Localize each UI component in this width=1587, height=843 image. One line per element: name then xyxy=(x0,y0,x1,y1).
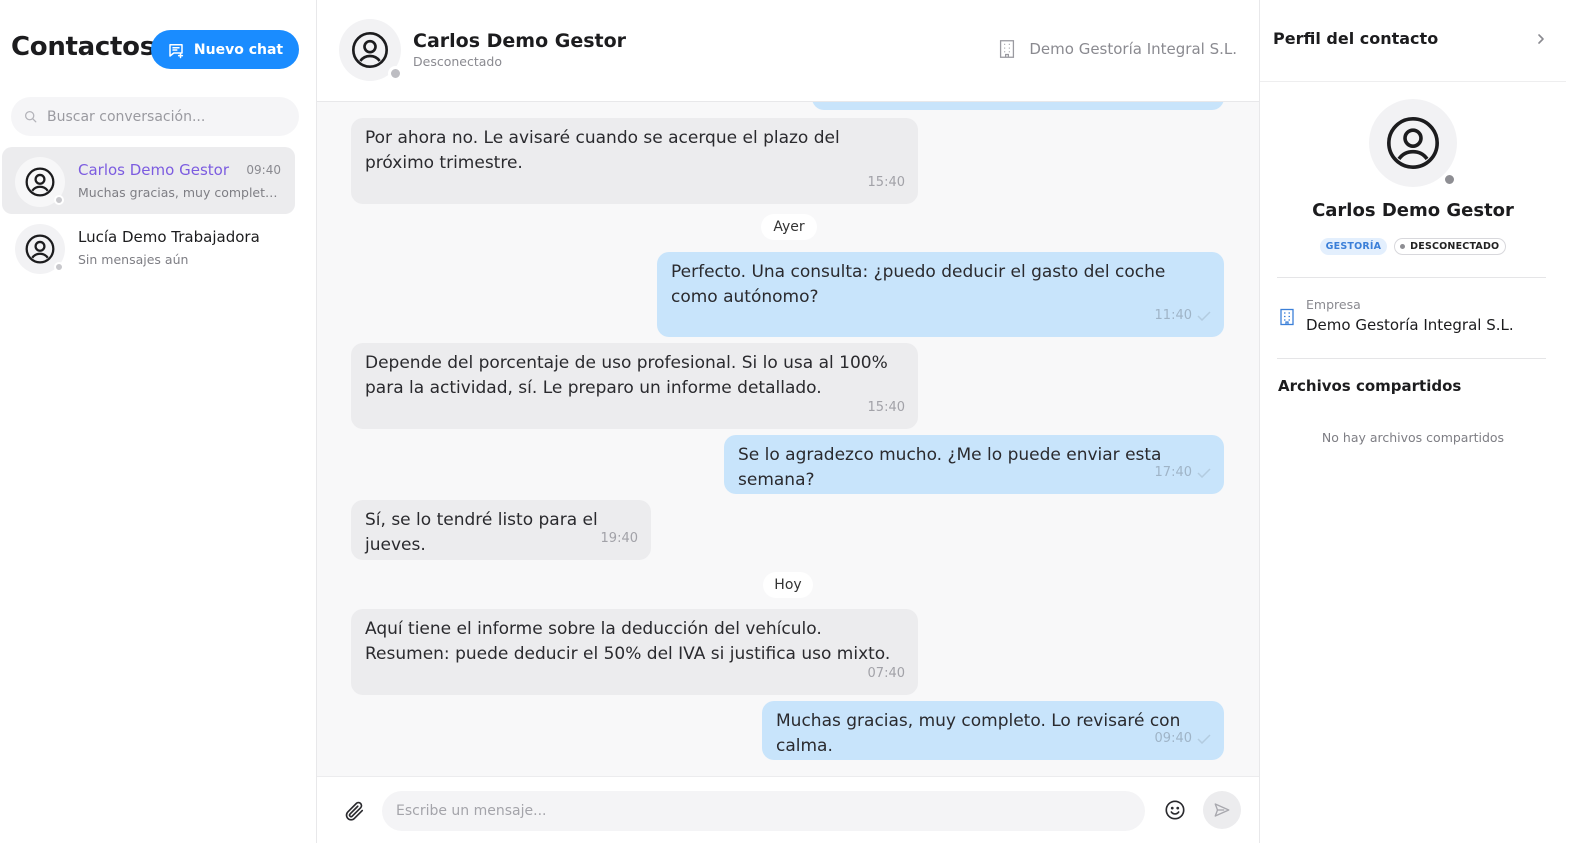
status-dot xyxy=(54,195,64,205)
role-badge: GESTORÍA xyxy=(1319,238,1388,255)
avatar xyxy=(15,224,65,274)
send-icon xyxy=(1214,803,1230,817)
message-bubble-outgoing: Muchas gracias, muy completo. Lo revisar… xyxy=(762,701,1224,760)
status-badge: DESCONECTADO xyxy=(1394,238,1507,255)
status-dot xyxy=(388,66,403,81)
new-chat-button[interactable]: Nuevo chat xyxy=(151,30,299,69)
emoji-icon[interactable] xyxy=(1164,799,1186,821)
search-input[interactable] xyxy=(47,108,277,125)
profile-badges: GESTORÍA DESCONECTADO xyxy=(1260,238,1566,255)
contact-profile-panel: Perfil del contacto Carlos Demo Gestor G… xyxy=(1259,0,1566,843)
message-bubble-outgoing: Se lo agradezco mucho. ¿Me lo puede envi… xyxy=(724,435,1224,494)
avatar xyxy=(15,157,65,207)
status-dot xyxy=(54,262,64,272)
message-text: Por ahora no. Le avisaré cuando se acerq… xyxy=(365,128,840,173)
company-value: Demo Gestoría Integral S.L. xyxy=(1306,316,1514,334)
divider xyxy=(1277,358,1546,359)
user-circle-icon xyxy=(1387,117,1439,169)
status-dot xyxy=(1442,172,1457,187)
chat-contact-name: Carlos Demo Gestor xyxy=(413,30,627,52)
message-bubble-partial xyxy=(812,102,1224,110)
message-time: 07:40 xyxy=(867,666,905,681)
chat-header: Carlos Demo Gestor Desconectado Demo Ges… xyxy=(317,0,1259,102)
contact-time: 09:40 xyxy=(246,163,281,177)
chat-company: Demo Gestoría Integral S.L. xyxy=(996,38,1237,60)
day-separator-yesterday: Ayer xyxy=(761,214,817,240)
new-chat-label: Nuevo chat xyxy=(193,41,284,58)
message-text: Muchas gracias, muy completo. Lo revisar… xyxy=(776,711,1181,756)
message-text: Sí, se lo tendré listo para el jueves. xyxy=(365,510,598,555)
chat-contact-status: Desconectado xyxy=(413,54,502,69)
message-composer xyxy=(317,776,1259,843)
shared-files-empty: No hay archivos compartidos xyxy=(1321,430,1505,445)
message-bubble-incoming: Por ahora no. Le avisaré cuando se acerq… xyxy=(351,118,918,204)
profile-name: Carlos Demo Gestor xyxy=(1312,200,1514,221)
message-list[interactable]: Por ahora no. Le avisaré cuando se acerq… xyxy=(317,102,1259,776)
company-name: Demo Gestoría Integral S.L. xyxy=(1029,40,1237,58)
message-time: 15:40 xyxy=(867,175,905,190)
check-icon xyxy=(1197,733,1211,744)
chevron-right-icon[interactable] xyxy=(1534,31,1548,47)
message-time-value: 11:40 xyxy=(1154,308,1192,323)
divider xyxy=(1277,277,1546,278)
check-icon xyxy=(1197,310,1211,321)
message-text: Se lo agradezco mucho. ¿Me lo puede envi… xyxy=(738,445,1162,490)
day-separator-today: Hoy xyxy=(763,572,813,598)
user-circle-icon xyxy=(25,167,55,197)
search-box[interactable] xyxy=(11,97,299,136)
chat-panel: Carlos Demo Gestor Desconectado Demo Ges… xyxy=(317,0,1259,843)
message-time: 19:40 xyxy=(600,531,638,546)
contacts-sidebar: Contactos Nuevo chat Carlos Demo Gestor … xyxy=(0,0,317,843)
user-circle-icon xyxy=(352,32,388,68)
shared-files-title: Archivos compartidos xyxy=(1278,377,1462,395)
paperclip-icon[interactable] xyxy=(343,800,365,822)
message-time-value: 09:40 xyxy=(1154,731,1192,746)
sidebar-title: Contactos xyxy=(11,32,155,62)
contact-item-lucia[interactable]: Lucía Demo Trabajadora Sin mensajes aún xyxy=(2,214,295,281)
user-circle-icon xyxy=(25,234,55,264)
message-bubble-outgoing: Perfecto. Una consulta: ¿puedo deducir e… xyxy=(657,252,1224,337)
message-text: Perfecto. Una consulta: ¿puedo deducir e… xyxy=(671,262,1166,307)
status-dot xyxy=(1400,244,1406,249)
message-bubble-incoming: Depende del porcentaje de uso profesiona… xyxy=(351,343,918,429)
message-time: 17:40 xyxy=(1155,460,1211,485)
company-label: Empresa xyxy=(1306,297,1361,312)
contact-name: Carlos Demo Gestor xyxy=(78,161,229,179)
message-text: Aquí tiene el informe sobre la deducción… xyxy=(365,619,891,664)
message-time: 09:40 xyxy=(1155,726,1211,751)
send-button[interactable] xyxy=(1203,791,1241,829)
chat-plus-icon xyxy=(169,43,184,58)
status-badge-label: DESCONECTADO xyxy=(1410,241,1500,252)
contact-item-carlos[interactable]: Carlos Demo Gestor 09:40 Muchas gracias,… xyxy=(2,147,295,214)
message-input[interactable] xyxy=(382,791,1145,831)
building-icon xyxy=(1000,40,1015,58)
contact-preview: Muchas gracias, muy completo... xyxy=(78,185,278,200)
message-text: Depende del porcentaje de uso profesiona… xyxy=(365,353,888,398)
message-bubble-incoming: Sí, se lo tendré listo para el jueves. 1… xyxy=(351,500,651,560)
avatar[interactable] xyxy=(339,19,403,81)
contact-preview: Sin mensajes aún xyxy=(78,252,189,267)
building-icon xyxy=(1280,308,1294,326)
message-time: 15:40 xyxy=(867,400,905,415)
search-icon xyxy=(24,110,37,123)
profile-title: Perfil del contacto xyxy=(1273,29,1439,48)
message-bubble-incoming: Aquí tiene el informe sobre la deducción… xyxy=(351,609,918,695)
check-icon xyxy=(1197,467,1211,478)
message-time: 11:40 xyxy=(1155,303,1211,328)
message-time-value: 17:40 xyxy=(1154,465,1192,480)
contact-name: Lucía Demo Trabajadora xyxy=(78,228,260,246)
divider xyxy=(1260,81,1566,82)
profile-avatar xyxy=(1369,99,1457,187)
